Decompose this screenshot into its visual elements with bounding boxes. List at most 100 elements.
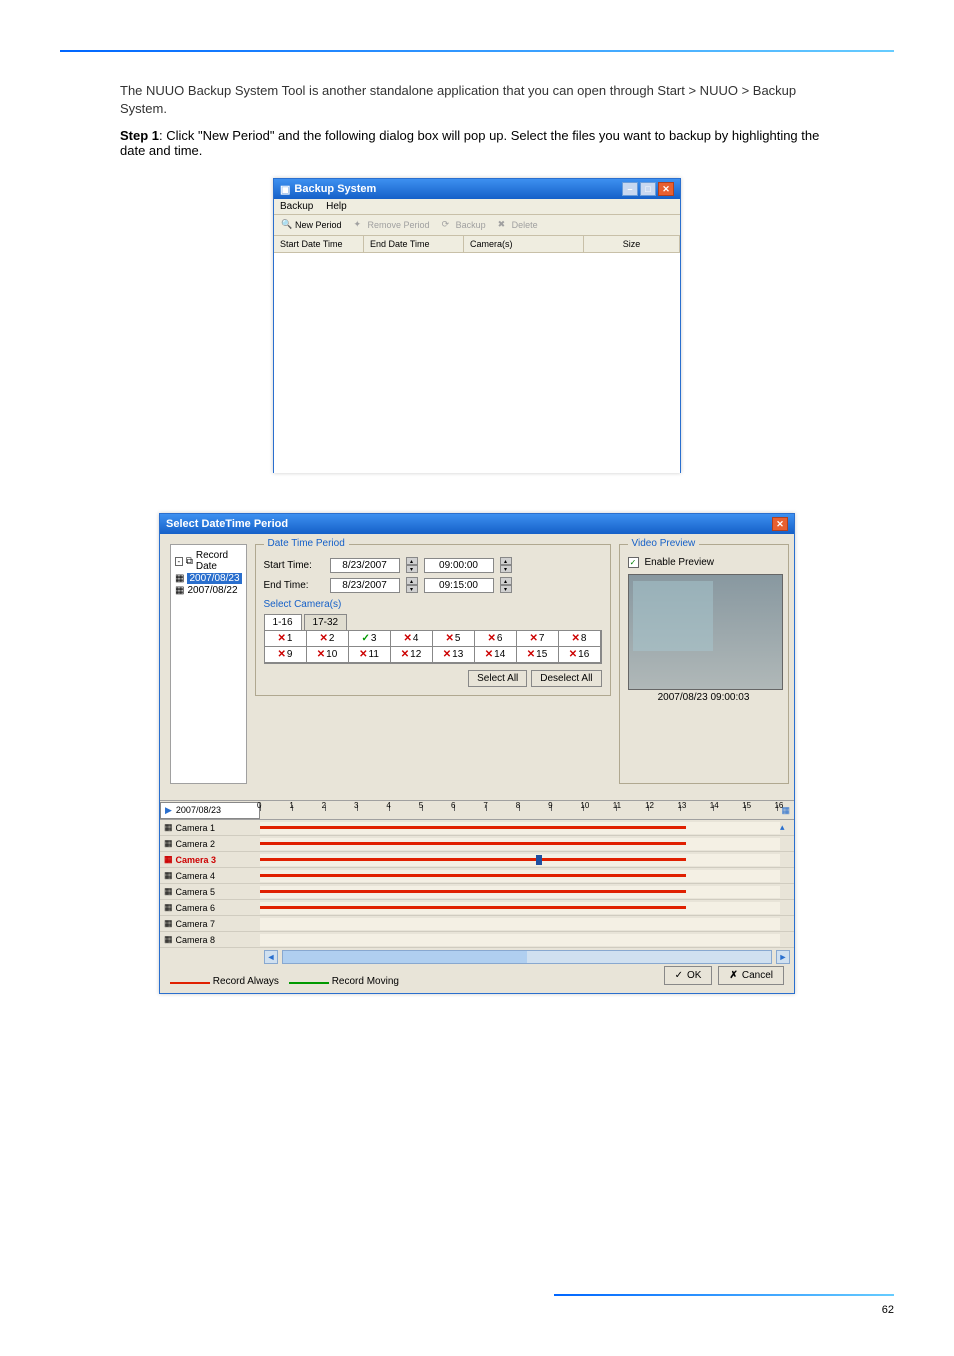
bottom-rule	[554, 1294, 894, 1296]
titlebar: ▣ Backup System – □ ✕	[274, 179, 680, 199]
date-spinner[interactable]: ▴▾	[406, 577, 418, 593]
timeline-row: ▦Camera 8	[160, 932, 794, 948]
x-icon: ✕	[527, 649, 535, 660]
camera-label[interactable]: ▦Camera 3	[160, 854, 260, 865]
tab-1-16[interactable]: 1-16	[264, 614, 302, 631]
start-date-input[interactable]: 8/23/2007	[330, 558, 400, 573]
tab-17-32[interactable]: 17-32	[304, 614, 348, 631]
camera-cell-6[interactable]: ✕6	[475, 631, 517, 647]
col-camera[interactable]: Camera(s)	[464, 236, 584, 252]
start-time-input[interactable]: 09:00:00	[424, 558, 494, 573]
scroll-track[interactable]	[282, 950, 772, 964]
recording-segment	[260, 842, 686, 845]
col-start[interactable]: Start Date Time	[274, 236, 364, 252]
play-icon[interactable]: ▶	[165, 805, 172, 816]
new-period-button[interactable]: 🔍New Period	[278, 218, 345, 232]
camera-number: 6	[497, 633, 503, 644]
titlebar: Select DateTime Period ✕	[160, 514, 794, 534]
menu-help[interactable]: Help	[326, 201, 347, 212]
deselect-all-button[interactable]: Deselect All	[531, 670, 601, 687]
camera-cell-10[interactable]: ✕10	[307, 647, 349, 663]
camera-cell-7[interactable]: ✕7	[517, 631, 559, 647]
timeline-track[interactable]	[260, 870, 780, 882]
tree-icon: ⧉	[186, 556, 193, 567]
camera-cell-5[interactable]: ✕5	[433, 631, 475, 647]
camera-cell-16[interactable]: ✕16	[559, 647, 601, 663]
timeline-track[interactable]	[260, 822, 780, 834]
collapse-icon[interactable]: -	[175, 557, 183, 566]
x-icon: ✕	[278, 649, 286, 660]
camera-cell-15[interactable]: ✕15	[517, 647, 559, 663]
video-preview-group: Video Preview ✓ Enable Preview 2007/08/2…	[619, 544, 789, 784]
timeline-scrollbar[interactable]: ◄ ►	[160, 948, 794, 966]
x-icon: ✕	[569, 649, 577, 660]
close-button[interactable]: ✕	[772, 517, 788, 531]
window-title: Select DateTime Period	[166, 518, 288, 530]
timeline-row: ▦Camera 5	[160, 884, 794, 900]
enable-preview-checkbox[interactable]: ✓	[628, 557, 639, 568]
camera-label[interactable]: ▦Camera 5	[160, 886, 260, 897]
hour-tick: 15	[742, 801, 751, 810]
timeline-track[interactable]	[260, 838, 780, 850]
camera-label[interactable]: ▦Camera 7	[160, 918, 260, 929]
camera-cell-11[interactable]: ✕11	[349, 647, 391, 663]
select-all-button[interactable]: Select All	[468, 670, 527, 687]
x-icon: ✕	[485, 649, 493, 660]
camera-cell-4[interactable]: ✕4	[391, 631, 433, 647]
camera-label[interactable]: ▦Camera 6	[160, 902, 260, 913]
time-spinner[interactable]: ▴▾	[500, 557, 512, 573]
camera-cell-2[interactable]: ✕2	[307, 631, 349, 647]
timeline-track[interactable]	[260, 918, 780, 930]
tree-item[interactable]: ▦ 2007/08/23	[175, 573, 242, 584]
hour-tick: 10	[580, 801, 589, 810]
camera-cell-3[interactable]: ✓3	[349, 631, 391, 647]
minimize-button[interactable]: –	[622, 182, 638, 196]
camera-label[interactable]: ▦Camera 2	[160, 838, 260, 849]
record-date-tree[interactable]: - ⧉ Record Date ▦ 2007/08/23 ▦ 2007/08/2…	[170, 544, 247, 784]
hour-tick: 4	[386, 801, 390, 810]
camera-label[interactable]: ▦Camera 1	[160, 822, 260, 833]
time-spinner[interactable]: ▴▾	[500, 577, 512, 593]
scroll-right-icon[interactable]: ►	[776, 950, 790, 964]
timeline-track[interactable]	[260, 902, 780, 914]
camera-label[interactable]: ▦Camera 8	[160, 934, 260, 945]
legend: Record Always Record Moving	[160, 970, 409, 993]
col-end[interactable]: End Date Time	[364, 236, 464, 252]
end-date-input[interactable]: 8/23/2007	[330, 578, 400, 593]
tree-item[interactable]: ▦ 2007/08/22	[175, 585, 242, 596]
cancel-button[interactable]: ✗Cancel	[718, 966, 784, 985]
timeline-track[interactable]	[260, 934, 780, 946]
scroll-up-icon[interactable]: ▴	[780, 822, 794, 833]
camera-cell-14[interactable]: ✕14	[475, 647, 517, 663]
ok-button[interactable]: ✓OK	[664, 966, 713, 985]
menu-backup[interactable]: Backup	[280, 201, 313, 212]
timeline-track[interactable]	[260, 886, 780, 898]
camera-number: 1	[287, 633, 293, 644]
scroll-left-icon[interactable]: ◄	[264, 950, 278, 964]
selection-marker[interactable]	[536, 855, 542, 865]
timeline-track[interactable]	[260, 854, 780, 866]
start-time-label: Start Time:	[264, 560, 324, 571]
close-button[interactable]: ✕	[658, 182, 674, 196]
toolbar: 🔍New Period ✦Remove Period ⟳Backup ✖Dele…	[274, 215, 680, 236]
tree-root[interactable]: - ⧉ Record Date	[175, 550, 242, 572]
maximize-button[interactable]: □	[640, 182, 656, 196]
scroll-thumb[interactable]	[283, 951, 527, 963]
camera-cell-9[interactable]: ✕9	[265, 647, 307, 663]
date-spinner[interactable]: ▴▾	[406, 557, 418, 573]
timeline-axis: 012345678910111213141516	[260, 801, 777, 819]
calendar-icon: ▦	[175, 573, 184, 584]
legend-red-line	[170, 982, 210, 984]
dialog-body: - ⧉ Record Date ▦ 2007/08/23 ▦ 2007/08/2…	[160, 534, 794, 800]
timeline-row: ▦Camera 3	[160, 852, 794, 868]
camera-cell-8[interactable]: ✕8	[559, 631, 601, 647]
camera-cell-13[interactable]: ✕13	[433, 647, 475, 663]
select-datetime-window: Select DateTime Period ✕ - ⧉ Record Date…	[159, 513, 795, 994]
camera-cell-12[interactable]: ✕12	[391, 647, 433, 663]
end-time-input[interactable]: 09:15:00	[424, 578, 494, 593]
camera-cell-1[interactable]: ✕1	[265, 631, 307, 647]
timeline-row: ▦Camera 2	[160, 836, 794, 852]
camera-label[interactable]: ▦Camera 4	[160, 870, 260, 881]
hour-tick: 12	[645, 801, 654, 810]
col-size[interactable]: Size	[584, 236, 680, 252]
